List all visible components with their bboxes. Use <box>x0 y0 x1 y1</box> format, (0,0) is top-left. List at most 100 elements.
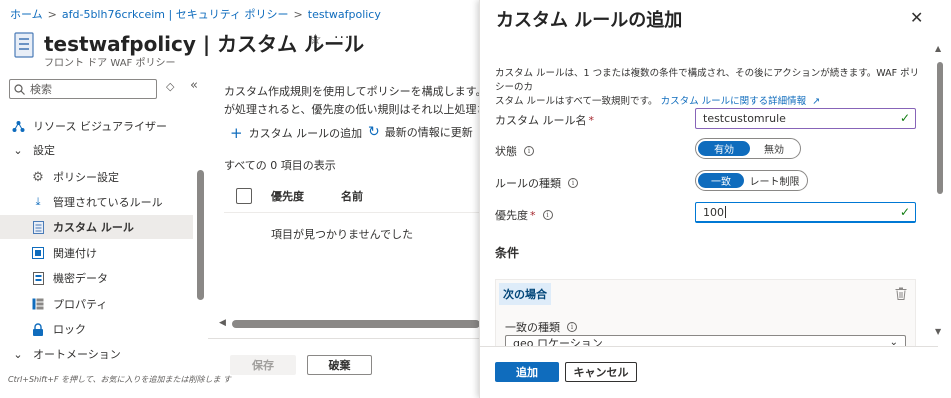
sidebar-item-sensitive-data[interactable]: 機密データ <box>0 266 193 290</box>
close-icon[interactable]: ✕ <box>910 8 923 27</box>
lock-icon <box>31 322 45 336</box>
sidebar-item-label: カスタム ルール <box>53 221 134 234</box>
rule-type-option-match[interactable]: 一致 <box>698 173 744 188</box>
panel-scrollbar-thumb[interactable] <box>937 62 943 194</box>
valid-check-icon: ✓ <box>899 111 910 125</box>
priority-input[interactable]: 100 ✓ <box>695 202 916 223</box>
rule-name-value: testcustomrule <box>703 112 786 125</box>
panel-description-line: カスタム ルールは、1 つまたは複数の条件で構成され、その後にアクションが続きま… <box>495 68 920 93</box>
status-option-disabled[interactable]: 無効 <box>750 141 798 156</box>
external-link-icon: ↗ <box>812 96 821 107</box>
save-button[interactable]: 保存 <box>230 355 296 375</box>
rule-name-label: カスタム ルール名 * <box>495 112 594 128</box>
panel-title: カスタム ルールの追加 <box>496 10 683 31</box>
sidebar-item-label: リソース ビジュアライザー <box>33 120 167 133</box>
add-custom-rule-button[interactable]: + カスタム ルールの追加 <box>230 124 362 142</box>
if-condition-badge: 次の場合 <box>499 283 551 305</box>
info-icon[interactable]: i <box>568 178 578 188</box>
sidebar-item-custom-rules[interactable]: カスタム ルール <box>0 215 193 239</box>
sidebar-item-label: 設定 <box>33 144 55 157</box>
breadcrumb-home[interactable]: ホーム <box>10 8 43 21</box>
sidebar-item-resource-visualizer[interactable]: リソース ビジュアライザー <box>0 114 193 138</box>
download-icon: ⤓ <box>35 195 41 208</box>
search-icon <box>14 83 25 95</box>
panel-description-text: スタム ルールはすべて一致規則です。 <box>495 96 658 107</box>
breadcrumb-security-policy[interactable]: afd-5blh76crkceim | セキュリティ ポリシー <box>62 8 289 21</box>
status-option-enabled[interactable]: 有効 <box>698 141 750 156</box>
page-subtitle: フロント ドア WAF ポリシー <box>44 58 176 69</box>
priority-label-text: 優先度 <box>495 209 528 222</box>
horizontal-scrollbar-thumb[interactable] <box>232 320 480 328</box>
priority-label: 優先度 * i <box>495 207 553 223</box>
sidebar-item-label: 関連付け <box>53 247 97 260</box>
rule-type-option-rate-limit[interactable]: レート制限 <box>744 173 805 188</box>
sidebar-item-label: ポリシー設定 <box>53 171 119 184</box>
sidebar-item-policy-settings[interactable]: ⚙ ポリシー設定 <box>0 165 193 189</box>
rule-type-label: ルールの種類 i <box>495 175 578 191</box>
sidebar-item-label: 管理されているルール <box>53 196 163 209</box>
refresh-label: 最新の情報に更新 <box>384 126 473 139</box>
search-placeholder: 検索 <box>30 83 52 96</box>
info-icon[interactable]: i <box>567 322 577 332</box>
match-type-label-text: 一致の種類 <box>505 321 560 334</box>
sidebar-item-label: オートメーション <box>33 348 121 361</box>
rule-type-toggle[interactable]: 一致 レート制限 <box>695 170 808 191</box>
add-custom-rule-label: カスタム ルールの追加 <box>248 127 363 140</box>
data-icon <box>31 271 45 285</box>
gear-icon: ⚙ <box>32 169 44 185</box>
chevron-down-icon: ⌄ <box>13 143 23 157</box>
breadcrumb-policy[interactable]: testwafpolicy <box>308 8 381 21</box>
panel-description: カスタム ルールは、1 つまたは複数の条件で構成され、その後にアクションが続きま… <box>495 67 925 109</box>
discard-button[interactable]: 破棄 <box>307 355 372 375</box>
main-description: カスタム作成規則を使用してポリシーを構成します。規 が処理されると、優先度の低い… <box>224 83 479 119</box>
scroll-down-arrow-icon[interactable]: ▼ <box>935 327 941 336</box>
breadcrumb-separator: > <box>293 8 303 21</box>
sidebar-options-icon[interactable]: ◇ <box>166 80 174 93</box>
trash-icon[interactable] <box>895 287 907 300</box>
link-icon <box>31 246 45 260</box>
status-toggle[interactable]: 有効 無効 <box>695 138 801 159</box>
scroll-up-arrow-icon[interactable]: ▲ <box>935 44 941 53</box>
sidebar-item-locks[interactable]: ロック <box>0 317 193 341</box>
sidebar-item-associations[interactable]: 関連付け <box>0 241 193 265</box>
sidebar-scrollbar-thumb[interactable] <box>197 170 204 300</box>
info-icon[interactable]: i <box>542 210 553 220</box>
status-label: 状態 i <box>495 143 534 159</box>
properties-icon <box>31 297 45 311</box>
column-header-name[interactable]: 名前 <box>341 188 363 204</box>
sidebar-item-label: 機密データ <box>53 272 108 285</box>
scroll-left-arrow-icon[interactable]: ◀ <box>219 318 226 328</box>
sidebar-item-label: ロック <box>53 323 86 336</box>
chevron-down-icon: ⌄ <box>13 347 23 361</box>
breadcrumb: ホーム > afd-5blh76crkceim | セキュリティ ポリシー > test… <box>10 6 381 22</box>
learn-more-link[interactable]: カスタム ルールに関する詳細情報 <box>661 96 807 107</box>
valid-check-icon: ✓ <box>899 205 910 219</box>
refresh-button[interactable]: ↻ 最新の情報に更新 <box>368 124 473 140</box>
cancel-button[interactable]: キャンセル <box>565 362 637 382</box>
item-count: すべての 0 項目の表示 <box>224 159 336 172</box>
more-options-icon[interactable]: ··· <box>334 30 350 46</box>
rule-name-input[interactable]: testcustomrule ✓ <box>695 108 916 129</box>
status-label-text: 状態 <box>495 145 517 158</box>
sidebar-group-automation[interactable]: ⌄ オートメーション <box>0 342 193 366</box>
info-icon[interactable]: i <box>524 146 534 156</box>
breadcrumb-separator: > <box>47 8 57 21</box>
add-button[interactable]: 追加 <box>495 362 559 382</box>
rule-type-label-text: ルールの種類 <box>495 177 561 190</box>
sidebar-item-managed-rules[interactable]: ⤓ 管理されているルール <box>0 190 193 214</box>
panel-description-line2: スタム ルールはすべて一致規則です。 カスタム ルールに関する詳細情報 ↗ <box>495 95 925 109</box>
column-header-priority[interactable]: 優先度 <box>271 188 304 204</box>
text-cursor <box>725 206 726 218</box>
collapse-sidebar-icon[interactable]: « <box>190 78 198 93</box>
priority-value: 100 <box>703 205 724 219</box>
select-all-checkbox[interactable] <box>236 188 252 204</box>
favorite-star-icon[interactable]: ☆ <box>309 32 322 48</box>
required-marker: * <box>588 113 595 127</box>
sidebar-group-settings[interactable]: ⌄ 設定 <box>0 138 193 162</box>
resource-visualizer-icon <box>11 119 25 133</box>
add-custom-rule-panel: カスタム ルールの追加 ✕ カスタム ルールは、1 つまたは複数の条件で構成され… <box>479 0 951 398</box>
sidebar-search-input[interactable]: 検索 <box>9 79 157 99</box>
sidebar-item-properties[interactable]: プロパティ <box>0 292 193 316</box>
table-divider <box>224 212 479 213</box>
document-icon <box>31 220 45 234</box>
